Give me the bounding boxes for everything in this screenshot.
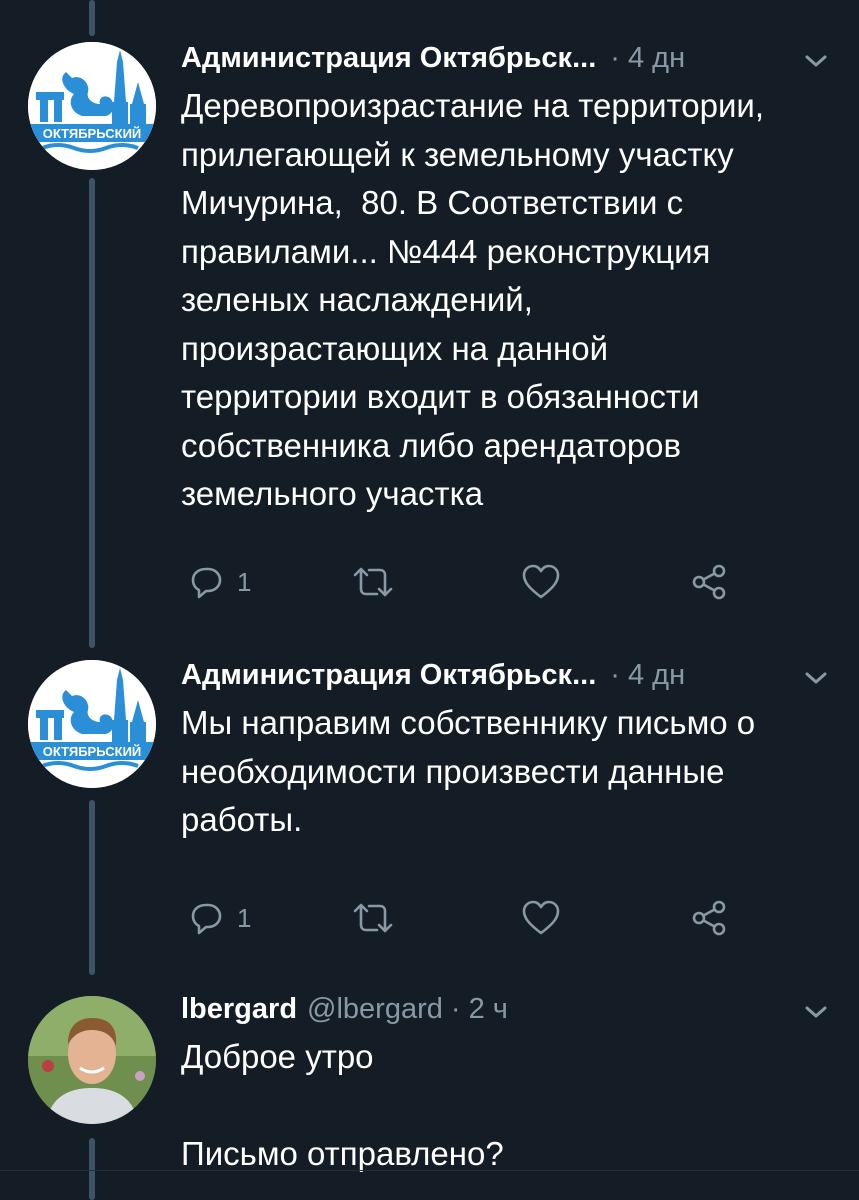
- tweet-text: Доброе утро Письмо отправлено?: [181, 1038, 504, 1172]
- chevron-down-icon[interactable]: [801, 1001, 831, 1023]
- timestamp[interactable]: · 2 ч: [451, 993, 508, 1026]
- reply-count: 1: [237, 566, 252, 597]
- reply-icon: [191, 567, 222, 599]
- thread-line-3: [89, 1138, 95, 1200]
- tweet-text: Деревопроизрастание на территории, приле…: [181, 87, 765, 512]
- chevron-down-icon[interactable]: [801, 667, 831, 689]
- tweet: lbergard @lbergard · 2 ч Доброе утро Пис…: [181, 993, 837, 1179]
- avatar[interactable]: [28, 996, 156, 1124]
- like-button[interactable]: [521, 562, 561, 602]
- tweet-header: Администрация Октябрьск... · 4 дн: [181, 42, 837, 82]
- thread-line-top: [89, 0, 95, 36]
- author-name[interactable]: Администрация Октябрьск...: [181, 659, 596, 692]
- author-name[interactable]: lbergard: [181, 993, 297, 1026]
- tweet: Администрация Октябрьск... · 4 дн Мы нап…: [181, 659, 837, 845]
- tweet-text: Мы направим собственнику письмо о необхо…: [181, 704, 756, 838]
- thread-line-1: [89, 178, 95, 648]
- avatar[interactable]: ОКТЯБРЬСКИЙ: [28, 660, 156, 788]
- logo-text: ОКТЯБРЬСКИЙ: [43, 744, 142, 759]
- reply-button[interactable]: 1: [187, 562, 251, 602]
- chevron-down-icon[interactable]: [801, 50, 831, 72]
- timestamp[interactable]: · 4 дн: [610, 42, 685, 75]
- retweet-icon: [353, 567, 393, 597]
- reply-button[interactable]: 1: [187, 898, 251, 938]
- administration-logo: ОКТЯБРЬСКИЙ: [28, 42, 156, 170]
- share-button[interactable]: [689, 898, 729, 938]
- retweet-button[interactable]: [351, 562, 395, 602]
- like-icon: [522, 900, 560, 935]
- avatar[interactable]: ОКТЯБРЬСКИЙ: [28, 42, 156, 170]
- author-name[interactable]: Администрация Октябрьск...: [181, 42, 596, 75]
- tweet-actions: 1: [181, 562, 781, 602]
- reply-count: 1: [237, 902, 252, 933]
- tweet: Администрация Октябрьск... · 4 дн Дерево…: [181, 42, 837, 519]
- reply-icon: [191, 903, 222, 935]
- bottom-divider: [0, 1170, 859, 1171]
- author-handle[interactable]: @lbergard: [307, 993, 443, 1026]
- timestamp[interactable]: · 4 дн: [610, 659, 685, 692]
- retweet-icon: [353, 903, 393, 933]
- logo-text: ОКТЯБРЬСКИЙ: [43, 126, 142, 141]
- tweet-header: lbergard @lbergard · 2 ч: [181, 993, 837, 1033]
- thread-line-2: [89, 800, 95, 975]
- like-icon: [522, 564, 560, 599]
- tweet-header: Администрация Октябрьск... · 4 дн: [181, 659, 837, 699]
- retweet-button[interactable]: [351, 898, 395, 938]
- share-button[interactable]: [689, 562, 729, 602]
- share-icon: [692, 900, 726, 936]
- share-icon: [692, 564, 726, 600]
- user-photo: [28, 996, 156, 1124]
- administration-logo: ОКТЯБРЬСКИЙ: [28, 660, 156, 788]
- tweet-actions: 1: [181, 898, 781, 938]
- like-button[interactable]: [521, 898, 561, 938]
